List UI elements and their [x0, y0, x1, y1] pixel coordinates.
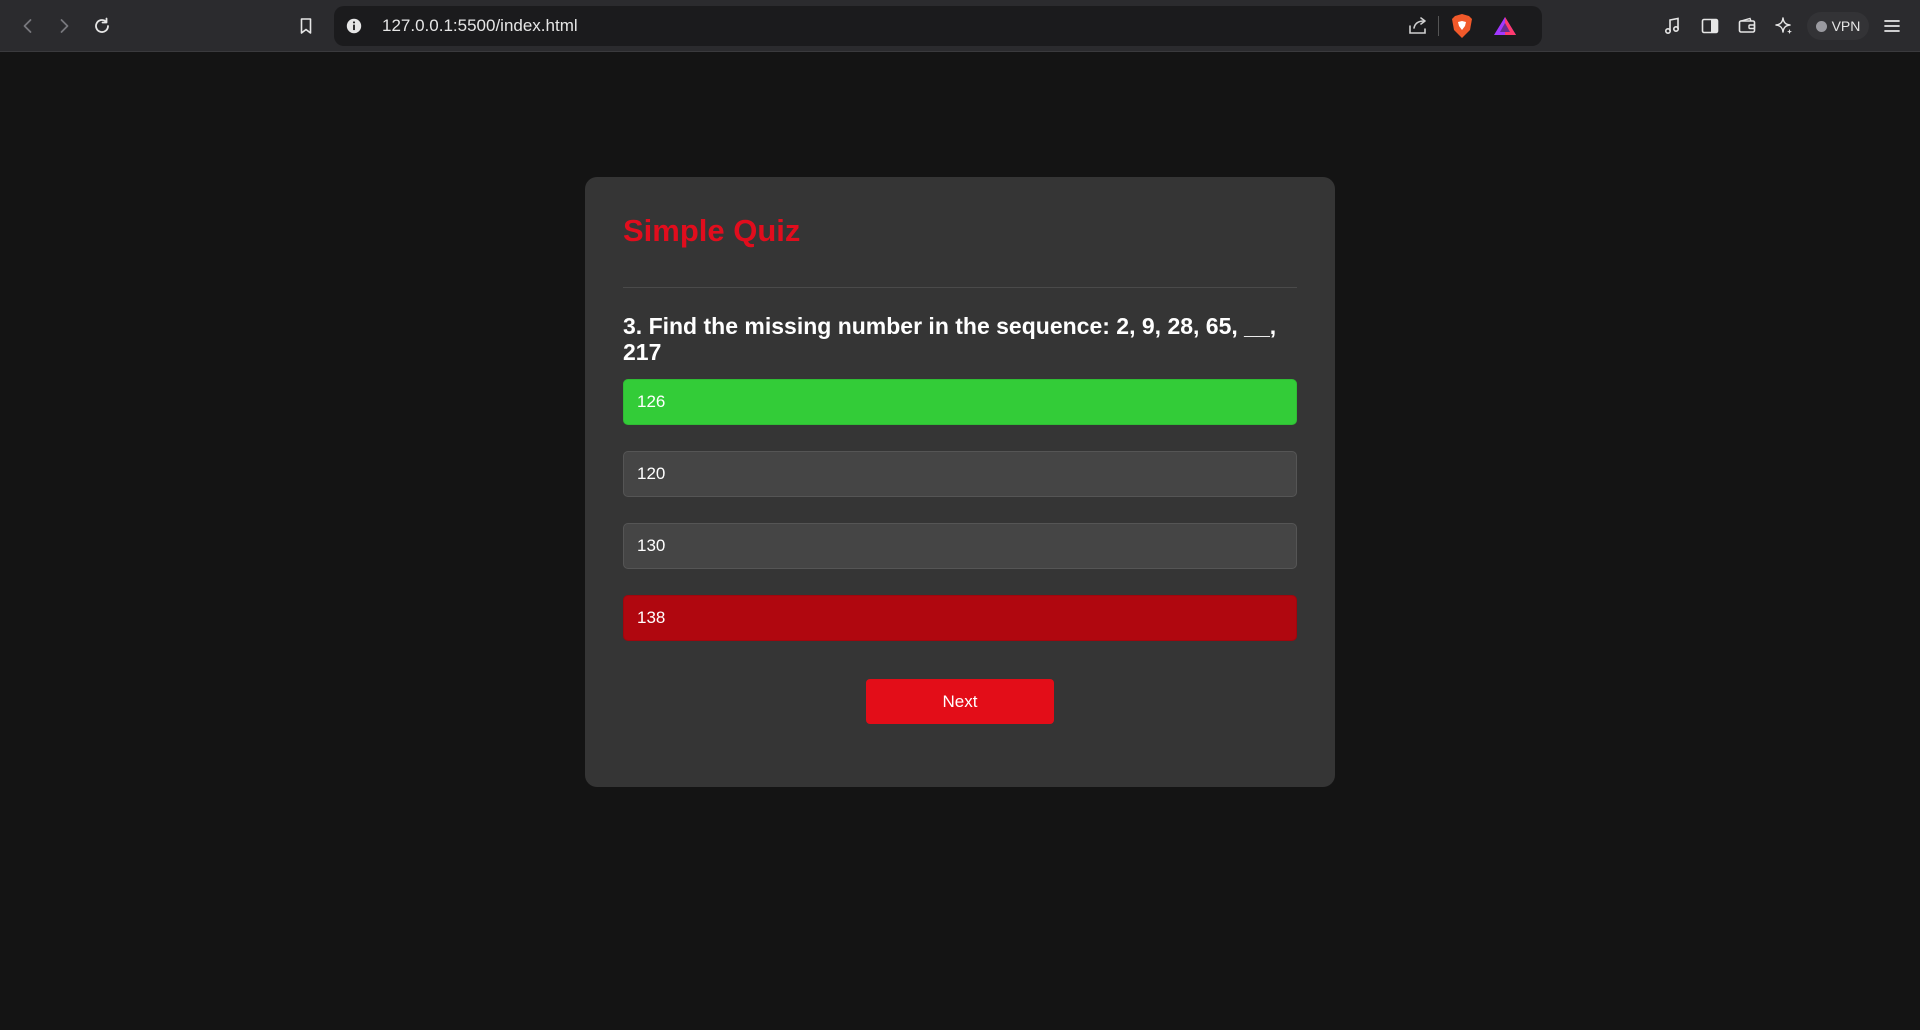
reload-button[interactable]: [86, 10, 118, 42]
divider: [623, 287, 1297, 288]
question-text: 3. Find the missing number in the sequen…: [623, 313, 1277, 365]
sidebar-icon: [1701, 18, 1719, 34]
address-bar[interactable]: 127.0.0.1:5500/index.html: [334, 6, 1542, 46]
sidebar-button[interactable]: [1694, 10, 1726, 42]
share-icon[interactable]: [1406, 14, 1430, 38]
bookmark-icon: [300, 18, 312, 34]
url-text[interactable]: 127.0.0.1:5500/index.html: [382, 16, 578, 36]
site-info-icon[interactable]: [344, 16, 364, 36]
sparkle-icon: [1775, 17, 1792, 34]
vpn-label: VPN: [1831, 18, 1861, 34]
answer-button-4[interactable]: 138: [623, 595, 1297, 641]
menu-button[interactable]: [1876, 10, 1908, 42]
wallet-icon: [1738, 17, 1756, 33]
reload-icon: [95, 17, 109, 33]
hamburger-menu-icon: [1884, 20, 1900, 32]
leo-ai-button[interactable]: [1768, 10, 1800, 42]
browser-toolbar: 127.0.0.1:5500/index.html VPN: [0, 0, 1920, 52]
next-button[interactable]: Next: [866, 679, 1054, 724]
url-separator: [1438, 16, 1439, 36]
forward-button[interactable]: [48, 10, 80, 42]
back-button[interactable]: [12, 10, 44, 42]
brave-rewards-icon[interactable]: [1492, 15, 1518, 37]
music-note-icon: [1664, 17, 1680, 35]
answer-button-1[interactable]: 126: [623, 379, 1297, 425]
chevron-right-icon: [60, 19, 69, 33]
quiz-title: Simple Quiz: [623, 213, 801, 248]
vpn-status-icon: [1815, 20, 1827, 32]
brave-shields-icon[interactable]: [1450, 13, 1474, 39]
answer-button-2[interactable]: 120: [623, 451, 1297, 497]
media-button[interactable]: [1656, 10, 1688, 42]
chevron-left-icon: [23, 19, 32, 33]
quiz-card: Simple Quiz 3. Find the missing number i…: [585, 177, 1335, 787]
bookmark-button[interactable]: [290, 10, 322, 42]
wallet-button[interactable]: [1731, 10, 1763, 42]
vpn-button[interactable]: VPN: [1807, 12, 1869, 40]
answer-button-3[interactable]: 130: [623, 523, 1297, 569]
